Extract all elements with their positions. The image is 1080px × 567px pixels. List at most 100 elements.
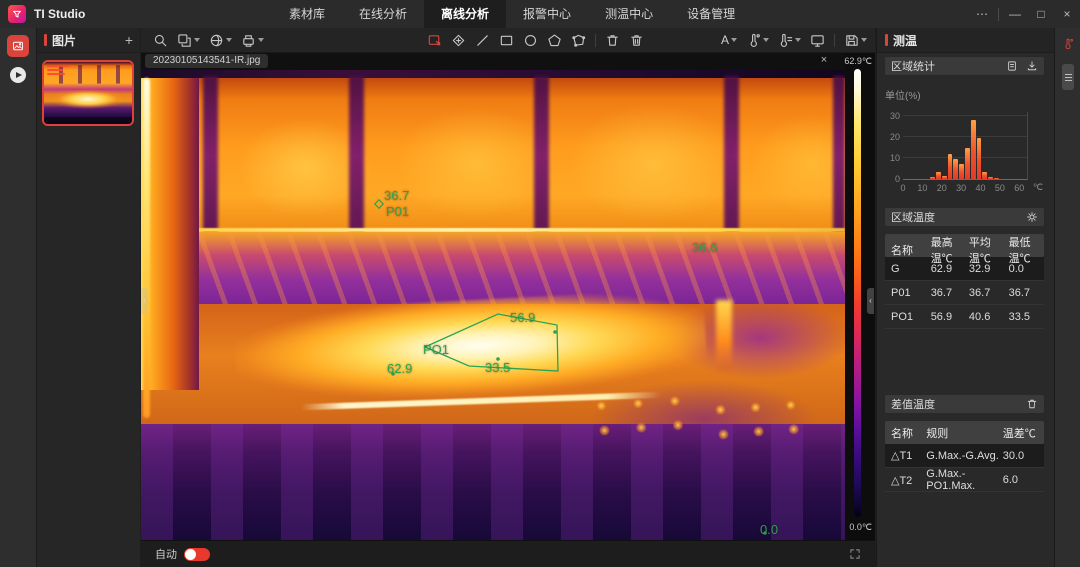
full-region-icon bbox=[427, 33, 442, 48]
measurement-annotation: 36.6 bbox=[692, 240, 717, 255]
fullscreen-button[interactable] bbox=[849, 548, 861, 560]
fullscreen-icon bbox=[849, 548, 861, 560]
histogram-bar bbox=[948, 154, 953, 179]
image-tab-label: 20230105143541-IR.jpg bbox=[153, 55, 260, 66]
point-icon bbox=[451, 33, 466, 48]
collapse-right-panel-handle[interactable]: ‹ bbox=[867, 288, 874, 314]
table-row[interactable]: PO156.940.633.5 bbox=[885, 305, 1044, 329]
measurement-annotation: 33.5 bbox=[485, 360, 510, 375]
thermometer-icon bbox=[1062, 38, 1074, 50]
region-temp-table: 名称最高温℃平均温℃最低温℃G62.932.90.0P0136.736.736.… bbox=[885, 234, 1044, 329]
chevron-down-icon bbox=[226, 38, 232, 42]
nav-tab-4[interactable]: 报警中心 bbox=[506, 0, 588, 28]
full-image-region-tool[interactable] bbox=[427, 33, 442, 48]
temp-unit-button[interactable] bbox=[746, 33, 769, 48]
pentagon-icon bbox=[547, 33, 562, 48]
close-button[interactable]: × bbox=[1054, 0, 1080, 28]
add-image-button[interactable]: + bbox=[125, 32, 133, 48]
maximize-button[interactable]: □ bbox=[1028, 0, 1054, 28]
histogram-bar bbox=[942, 176, 947, 179]
zoom-tool-button[interactable] bbox=[153, 33, 168, 48]
pentagon-tool[interactable] bbox=[547, 33, 562, 48]
collapse-left-panel-handle[interactable]: ‹ bbox=[141, 288, 148, 314]
histogram-ytick: 10 bbox=[885, 153, 900, 163]
auto-toggle[interactable] bbox=[184, 548, 210, 561]
delete-region-button[interactable] bbox=[605, 33, 620, 48]
histogram-xtick: 50 bbox=[995, 183, 1005, 193]
left-rail bbox=[0, 28, 37, 567]
nav-tab-3[interactable]: 离线分析 bbox=[424, 0, 506, 28]
region-temp-settings-button[interactable] bbox=[1026, 211, 1038, 223]
minmax-markers bbox=[391, 330, 767, 535]
palette-tool-button[interactable] bbox=[209, 33, 232, 48]
line-tool[interactable] bbox=[475, 33, 490, 48]
colorbar-min-label: 0.0℃ bbox=[849, 522, 872, 533]
temperature-tool-button[interactable] bbox=[1060, 36, 1076, 52]
polygon-icon bbox=[571, 33, 586, 48]
chevron-down-icon bbox=[795, 38, 801, 42]
nav-tab-2[interactable]: 在线分析 bbox=[342, 0, 424, 28]
more-menu-button[interactable]: ⋯ bbox=[969, 0, 995, 28]
temp-params-button[interactable] bbox=[778, 33, 801, 48]
nav-tab-6[interactable]: 设备管理 bbox=[670, 0, 752, 28]
histogram-xtick: 20 bbox=[937, 183, 947, 193]
column-header: 平均温℃ bbox=[969, 234, 1009, 266]
panel-list-button[interactable] bbox=[1062, 64, 1074, 90]
viewer-bottom-bar: 自动 bbox=[141, 540, 875, 567]
measurement-annotation: PO1 bbox=[423, 342, 449, 357]
column-header: 名称 bbox=[891, 425, 926, 441]
image-thumbnail[interactable] bbox=[42, 60, 134, 126]
nav-tab-5[interactable]: 测温中心 bbox=[588, 0, 670, 28]
minmax-marker bbox=[553, 330, 557, 334]
point-marker-P01 bbox=[375, 200, 383, 208]
save-button[interactable] bbox=[844, 33, 867, 48]
table-cell: P01 bbox=[891, 287, 931, 299]
table-row[interactable]: P0136.736.736.7 bbox=[885, 281, 1044, 305]
diff-temp-delete-button[interactable] bbox=[1026, 398, 1038, 410]
text-style-button[interactable]: A bbox=[721, 33, 737, 48]
measurement-annotation: 56.9 bbox=[510, 310, 535, 325]
nav-tabs: 素材库在线分析离线分析报警中心测温中心设备管理 bbox=[272, 0, 752, 28]
printer-icon bbox=[241, 33, 256, 48]
rectangle-tool[interactable] bbox=[499, 33, 514, 48]
ellipse-tool[interactable] bbox=[523, 33, 538, 48]
column-header: 名称 bbox=[891, 242, 931, 258]
report-icon bbox=[1006, 60, 1018, 72]
window-controls-divider bbox=[998, 8, 999, 21]
minimize-button[interactable]: — bbox=[1002, 0, 1028, 28]
table-row[interactable]: △T2G.Max.-PO1.Max.6.0 bbox=[885, 468, 1044, 492]
table-cell: 32.9 bbox=[969, 263, 1009, 275]
display-settings-button[interactable] bbox=[810, 33, 825, 48]
image-close-button[interactable]: × bbox=[817, 53, 831, 67]
histogram-bar bbox=[994, 178, 999, 179]
right-rail bbox=[1054, 28, 1080, 567]
histogram-bar bbox=[971, 120, 976, 179]
compare-tool-button[interactable] bbox=[177, 33, 200, 48]
polygon-tool[interactable] bbox=[571, 33, 586, 48]
auto-label: 自动 bbox=[155, 546, 177, 562]
thermal-image[interactable]: 36.7P0136.656.9PO133.562.90.0 bbox=[141, 70, 845, 540]
table-cell: G.Max.-PO1.Max. bbox=[926, 468, 1002, 492]
save-icon bbox=[844, 33, 859, 48]
image-tab[interactable]: 20230105143541-IR.jpg bbox=[145, 54, 268, 68]
point-tool[interactable] bbox=[451, 33, 466, 48]
histogram-ytick: 20 bbox=[885, 132, 900, 142]
column-header: 规则 bbox=[926, 425, 1002, 441]
histogram-bar bbox=[953, 159, 958, 179]
column-header: 最高温℃ bbox=[931, 234, 969, 266]
stats-download-button[interactable] bbox=[1026, 60, 1038, 72]
trash-icon bbox=[605, 33, 620, 48]
monitor-icon bbox=[810, 33, 825, 48]
table-header-row: 名称最高温℃平均温℃最低温℃ bbox=[885, 234, 1044, 257]
images-mode-button[interactable] bbox=[7, 35, 29, 57]
stats-report-button[interactable] bbox=[1006, 60, 1018, 72]
histogram-xtick: 30 bbox=[956, 183, 966, 193]
clear-all-regions-button[interactable] bbox=[629, 33, 644, 48]
colorbar[interactable] bbox=[854, 69, 861, 517]
videos-mode-button[interactable] bbox=[7, 64, 29, 86]
nav-tab-1[interactable]: 素材库 bbox=[272, 0, 342, 28]
table-cell: 56.9 bbox=[931, 311, 969, 323]
table-row[interactable]: △T1G.Max.-G.Avg.30.0 bbox=[885, 444, 1044, 468]
export-tool-button[interactable] bbox=[241, 33, 264, 48]
measurement-annotation: P01 bbox=[386, 204, 409, 219]
